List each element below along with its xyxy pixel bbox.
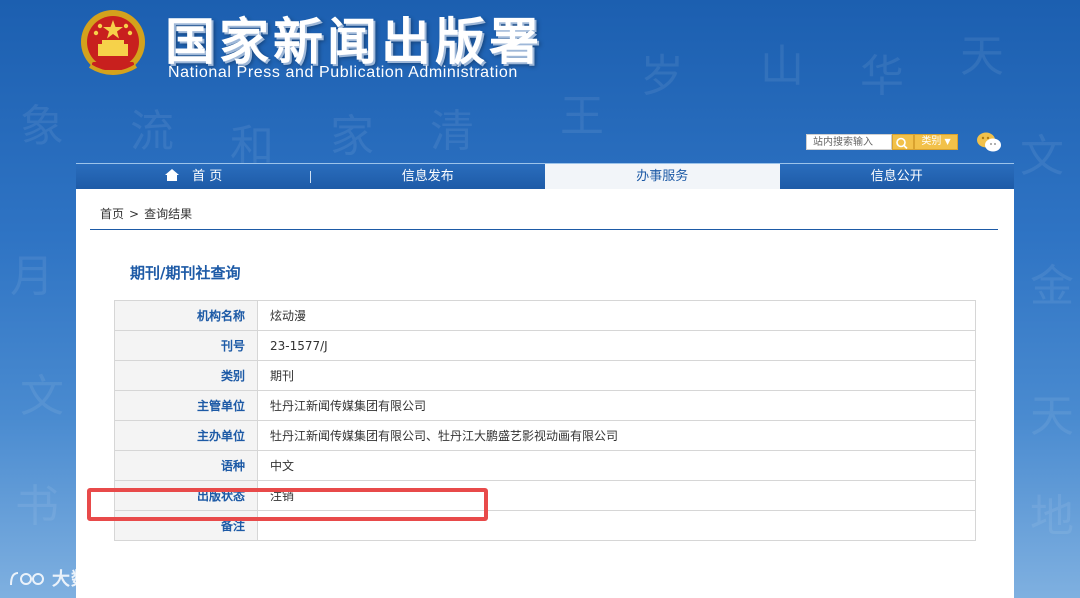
field-value: 炫动漫 <box>257 300 976 331</box>
nav-item-services[interactable]: 办事服务 <box>545 164 780 190</box>
field-label: 类别 <box>114 360 258 391</box>
breadcrumb-separator: > <box>129 207 140 221</box>
field-value: 23-1577/J <box>257 330 976 361</box>
search-input[interactable]: 站内搜索输入 <box>806 134 892 150</box>
category-label: 类别 <box>921 136 942 147</box>
breadcrumb: 首页 > 查询结果 <box>100 205 192 222</box>
national-emblem-icon <box>81 10 145 75</box>
watermark: 大数跨境 <box>8 565 128 591</box>
table-row: 主管单位 牡丹江新闻传媒集团有限公司 <box>114 390 976 421</box>
nav-item-label: 信息发布 <box>401 169 454 184</box>
nav-item-label: 办事服务 <box>636 169 689 184</box>
nav-item-label: 信息公开 <box>870 169 923 184</box>
field-label: 主管单位 <box>114 390 258 421</box>
nav-item-label: 首 页 <box>192 169 223 184</box>
field-value: 期刊 <box>257 360 976 391</box>
field-label: 机构名称 <box>114 300 258 331</box>
watermark-text: 大数跨境 <box>52 569 128 590</box>
field-label: 主办单位 <box>114 420 258 451</box>
divider <box>90 229 998 230</box>
search-button[interactable] <box>892 134 914 150</box>
site-subtitle: National Press and Publication Administr… <box>168 64 518 81</box>
home-icon <box>165 169 180 181</box>
table-row: 类别 期刊 <box>114 360 976 391</box>
field-value: 牡丹江新闻传媒集团有限公司 <box>257 390 976 421</box>
nav-item-info-disclosure[interactable]: 信息公开 <box>780 164 1015 190</box>
field-label: 语种 <box>114 450 258 481</box>
table-row: 语种 中文 <box>114 450 976 481</box>
highlight-box <box>87 488 488 521</box>
main-nav: 首 页 信息发布 办事服务 信息公开 <box>76 163 1014 190</box>
wechat-icon[interactable] <box>976 131 1002 153</box>
nav-item-info-release[interactable]: 信息发布 <box>311 164 546 190</box>
table-row: 刊号 23-1577/J <box>114 330 976 361</box>
category-dropdown[interactable]: 类别 ▼ <box>914 134 958 150</box>
breadcrumb-current: 查询结果 <box>144 207 193 221</box>
content-panel: 首页 > 查询结果 期刊/期刊社查询 机构名称 炫动漫 刊号 23-1577/J 类… <box>76 189 1014 598</box>
field-label: 刊号 <box>114 330 258 361</box>
table-row: 主办单位 牡丹江新闻传媒集团有限公司、牡丹江大鹏盛艺影视动画有限公司 <box>114 420 976 451</box>
section-title: 期刊/期刊社查询 <box>130 264 241 282</box>
field-value: 中文 <box>257 450 976 481</box>
nav-item-home[interactable]: 首 页 <box>76 164 311 190</box>
watermark-logo-icon <box>10 572 44 586</box>
search-icon <box>896 137 908 150</box>
table-row: 机构名称 炫动漫 <box>114 300 976 331</box>
chevron-down-icon: ▼ <box>944 137 951 146</box>
field-value: 牡丹江新闻传媒集团有限公司、牡丹江大鹏盛艺影视动画有限公司 <box>257 420 976 451</box>
breadcrumb-home-link[interactable]: 首页 <box>100 207 124 221</box>
